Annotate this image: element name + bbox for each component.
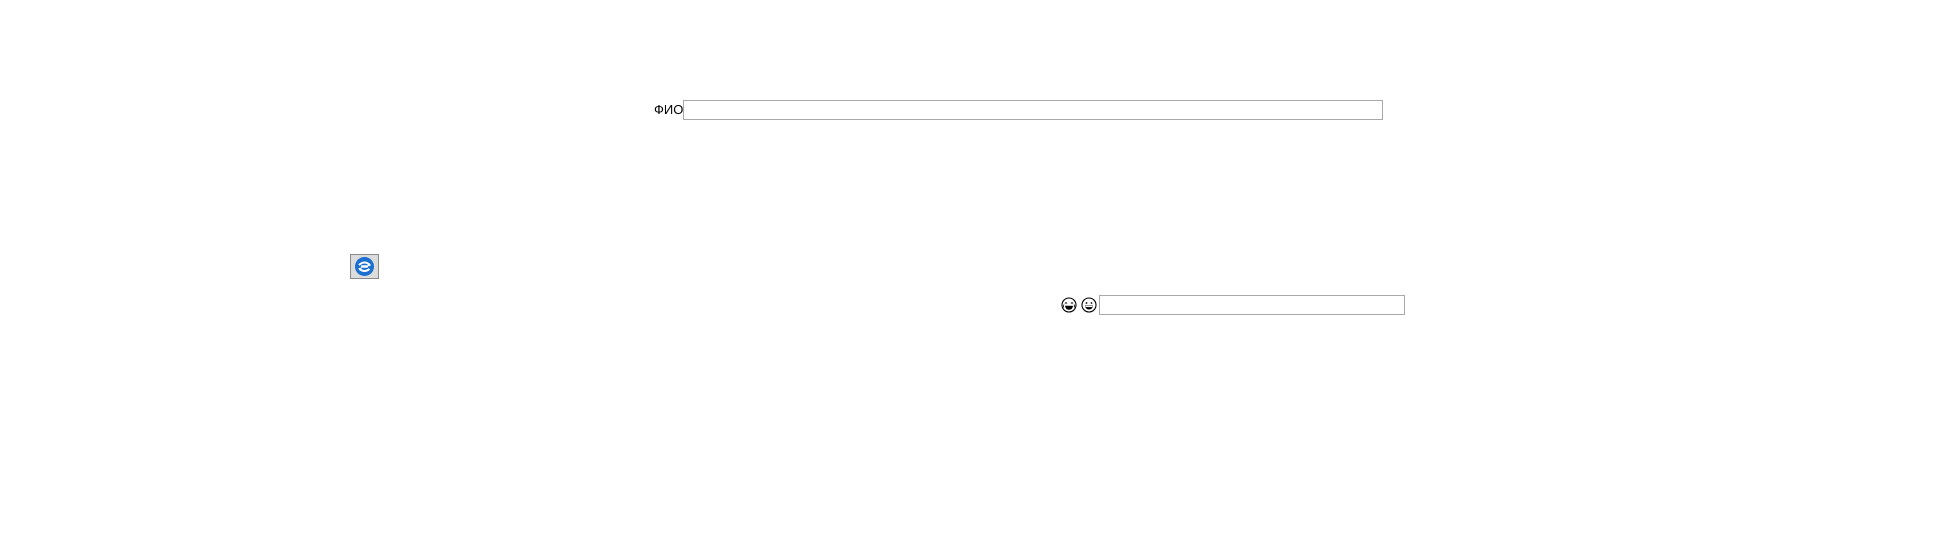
fio-input[interactable] bbox=[683, 100, 1384, 120]
captcha-row bbox=[1061, 294, 1405, 316]
grinning-face-icon[interactable] bbox=[1081, 297, 1097, 313]
refresh-button[interactable] bbox=[350, 254, 379, 279]
fio-row: ФИО bbox=[654, 99, 1384, 121]
laughing-face-icon[interactable] bbox=[1061, 297, 1077, 313]
captcha-input[interactable] bbox=[1099, 295, 1405, 315]
refresh-icon bbox=[355, 257, 374, 276]
fio-label: ФИО bbox=[654, 102, 684, 117]
